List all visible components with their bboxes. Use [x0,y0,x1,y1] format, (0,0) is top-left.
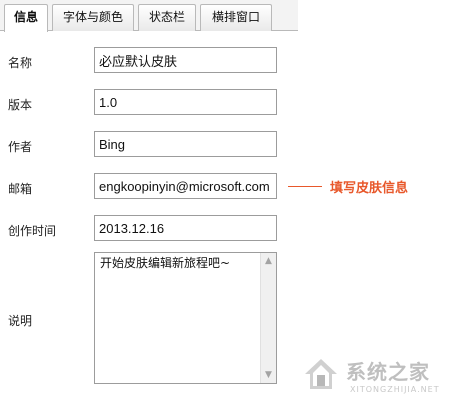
author-field[interactable] [94,131,277,157]
name-field[interactable] [94,47,277,73]
description-scrollbar[interactable]: ▲ ▼ [260,253,276,383]
description-textarea[interactable]: 开始皮肤编辑新旅程吧~ ▲ ▼ [94,252,277,384]
version-field[interactable] [94,89,277,115]
watermark: 系统之家 XITONGZHIJIA.NET [298,352,462,403]
description-text: 开始皮肤编辑新旅程吧~ [100,256,231,270]
tab-font-color[interactable]: 字体与颜色 [52,4,134,31]
name-label: 名称 [8,56,33,70]
version-label: 版本 [8,98,33,112]
email-field[interactable] [94,173,277,199]
author-label: 作者 [8,140,33,154]
created-time-label: 创作时间 [8,224,57,238]
tab-bar: 信息 字体与颜色 状态栏 横排窗口 [0,0,298,32]
callout-line [288,186,322,187]
watermark-title: 系统之家 [346,360,430,384]
house-logo-icon [305,359,337,389]
triangle-down-icon[interactable]: ▼ [261,367,276,383]
tab-status-bar[interactable]: 状态栏 [138,4,196,31]
description-label: 说明 [8,314,33,328]
watermark-subtitle: XITONGZHIJIA.NET [350,385,440,394]
created-time-field[interactable] [94,215,277,241]
skin-info-panel: 信息 字体与颜色 状态栏 横排窗口 名称 版本 作者 邮箱 创作时间 说明 开始… [0,0,298,403]
callout-text: 填写皮肤信息 [330,181,409,196]
tab-horizontal-window[interactable]: 横排窗口 [200,4,272,31]
triangle-up-icon[interactable]: ▲ [261,253,276,269]
email-label: 邮箱 [8,182,33,196]
tab-info[interactable]: 信息 [4,4,48,32]
